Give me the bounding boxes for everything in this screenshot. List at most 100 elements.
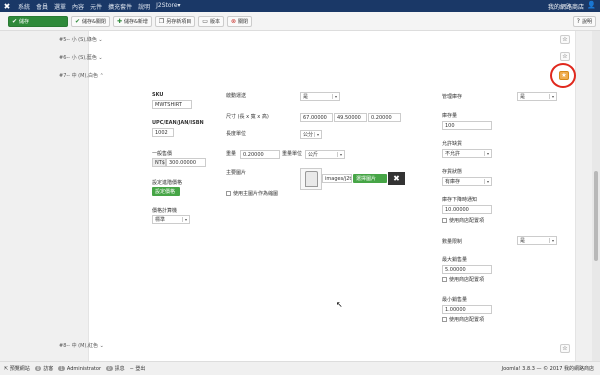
menu-menus[interactable]: 選單 — [54, 2, 66, 11]
sku-input[interactable]: MWTSHIRT — [152, 100, 192, 109]
menu-j2store[interactable]: J2Store▾ — [156, 2, 180, 11]
min-qty-input[interactable]: 1.00000 — [442, 305, 492, 314]
menu-system[interactable]: 系統 — [18, 2, 30, 11]
select-image-button[interactable]: 選擇圖片 — [353, 174, 387, 183]
chevron-up-icon: ⌃ — [99, 73, 104, 79]
external-link-icon: ⇱ — [4, 366, 9, 372]
weight-unit-select[interactable]: 公斤 ▾ — [305, 150, 345, 159]
variant-6-header[interactable]: #6-- 小 (S),藍色 ⌄ — [59, 54, 103, 61]
visitors-status: 0 訪客 — [34, 366, 54, 372]
set-price-button[interactable]: 設定價格 — [152, 187, 180, 196]
close-button[interactable]: ⊗ 關閉 — [226, 15, 253, 27]
variant-7-header[interactable]: #7-- 中 (M),白色 ⌃ — [59, 72, 104, 79]
save-button[interactable]: ✔ 儲存 — [8, 15, 68, 27]
manage-stock-label: 管理庫存 — [442, 94, 463, 100]
weight-unit-label: 重量單位 — [282, 151, 303, 157]
default-star-icon[interactable]: ☆ — [560, 52, 570, 61]
save-icon: ✔ — [12, 17, 18, 25]
manage-stock-select[interactable]: 是 ▾ — [517, 92, 557, 101]
chevron-down-icon: ▾ — [483, 151, 489, 156]
upc-label: UPC/EAN/JAN/ISBN — [152, 120, 204, 126]
save-new-button[interactable]: ✚ 儲存&新增 — [112, 15, 152, 27]
price-label: 一般售價 — [152, 151, 173, 157]
shipping-label: 啟動運送 — [226, 93, 247, 99]
chevron-down-icon: ⌄ — [98, 55, 103, 61]
height-input[interactable]: 0.20000 — [368, 113, 401, 122]
variant-panel — [88, 31, 576, 361]
footer-copyright: Joomla! 3.8.3 — © 2017 我的網路商店 — [501, 366, 594, 372]
dimensions-label: 尺寸 (長 x 寬 x 高) — [226, 114, 269, 120]
variant-8-header[interactable]: #8-- 中 (M),紅色 ⌄ — [59, 342, 104, 349]
scrollbar[interactable] — [592, 31, 600, 361]
price-calculator-select[interactable]: 標準 ▾ — [152, 215, 190, 224]
weight-input[interactable]: 0.20000 — [240, 150, 280, 159]
chevron-down-icon: ▾ — [181, 217, 187, 222]
site-link[interactable]: 我的網路商店 — [548, 2, 584, 11]
max-qty-label: 最大銷售量 — [442, 257, 468, 263]
menu-components[interactable]: 元件 — [90, 2, 102, 11]
close-icon: ⊗ — [230, 17, 236, 25]
notify-store-config-checkbox[interactable]: 使用商店配置項 — [442, 217, 484, 224]
user-icon[interactable]: 👤 — [587, 1, 596, 9]
length-input[interactable]: 67.00000 — [300, 113, 333, 122]
copy-icon: ❐ — [158, 17, 165, 25]
min-qty-store-config-checkbox[interactable]: 使用商店配置項 — [442, 316, 484, 323]
save-close-button[interactable]: ✔ 儲存&關閉 — [71, 15, 110, 27]
default-star-icon[interactable]: ☆ — [560, 344, 570, 353]
top-menu-bar: ✖ 系統 會員 選單 內容 元件 擴充套件 說明 J2Store▾ 我的網路商店… — [0, 0, 600, 12]
upc-input[interactable]: 1002 — [152, 128, 174, 137]
plus-icon: ✚ — [116, 17, 122, 25]
admin-status: 1 Administrator — [58, 365, 102, 372]
shipping-select[interactable]: 是 ▾ — [300, 92, 340, 101]
chevron-down-icon: ▾ — [548, 238, 554, 243]
price-calculator-label: 價格計算機 — [152, 208, 178, 214]
default-star-icon[interactable]: ☆ — [560, 35, 570, 44]
advanced-price-label: 設定進階價格 — [152, 180, 183, 186]
menu-users[interactable]: 會員 — [36, 2, 48, 11]
qty-limit-select[interactable]: 是 ▾ — [517, 236, 557, 245]
image-preview — [300, 168, 322, 190]
menu-content[interactable]: 內容 — [72, 2, 84, 11]
stock-status-select[interactable]: 有庫存 ▾ — [442, 177, 492, 186]
highlight-circle — [550, 63, 576, 88]
max-qty-store-config-checkbox[interactable]: 使用商店配置項 — [442, 276, 484, 283]
max-qty-input[interactable]: 5.00000 — [442, 265, 492, 274]
width-input[interactable]: 49.50000 — [334, 113, 367, 122]
view-site-link[interactable]: ⇱ 預覽網站 — [4, 365, 30, 372]
qty-limit-label: 數量限制 — [442, 239, 463, 245]
save-copy-button[interactable]: ❐ 另存新項目 — [154, 15, 196, 27]
menu-extensions[interactable]: 擴充套件 — [108, 2, 132, 11]
length-unit-select[interactable]: 公分 ▾ — [300, 130, 322, 139]
length-unit-label: 長度單位 — [226, 131, 247, 137]
question-icon: ? — [576, 17, 580, 25]
image-path-input[interactable]: images/j2t — [322, 174, 352, 183]
min-qty-label: 最小銷售量 — [442, 297, 468, 303]
backorder-label: 允許缺貨 — [442, 141, 463, 147]
stock-status-label: 存貨狀態 — [442, 169, 463, 175]
currency-addon: NT$ — [152, 158, 166, 167]
scrollbar-thumb[interactable] — [594, 171, 598, 261]
backorder-select[interactable]: 不允許 ▾ — [442, 149, 492, 158]
chevron-down-icon: ⌄ — [98, 37, 103, 43]
weight-label: 重量 — [226, 151, 237, 157]
use-main-image-checkbox[interactable]: 使用主圖片作為縮圖 — [226, 190, 278, 197]
main-image-label: 主要圖片 — [226, 170, 247, 176]
joomla-logo-icon[interactable]: ✖ — [0, 2, 14, 11]
chevron-down-icon: ▾ — [483, 179, 489, 184]
chevron-down-icon: ▾ — [313, 132, 319, 137]
version-button[interactable]: ▭ 版本 — [198, 15, 224, 27]
logout-link[interactable]: − 登出 — [130, 365, 146, 372]
main-menu: 系統 會員 選單 內容 元件 擴充套件 說明 J2Store▾ — [18, 2, 181, 11]
toolbar: ✔ 儲存 ✔ 儲存&關閉 ✚ 儲存&新增 ❐ 另存新項目 ▭ 版本 ⊗ 關閉 ? 說明 — [0, 12, 600, 31]
clear-image-button[interactable]: ✖ — [388, 172, 405, 185]
menu-help[interactable]: 說明 — [138, 2, 150, 11]
notify-input[interactable]: 10.00000 — [442, 205, 492, 214]
variant-5-header[interactable]: #5-- 小 (S),綠色 ⌄ — [59, 36, 103, 43]
archive-icon: ▭ — [202, 17, 208, 25]
messages-status[interactable]: 0 訊息 — [106, 365, 125, 372]
stock-qty-input[interactable]: 100 — [442, 121, 492, 130]
price-input[interactable]: 300.00000 — [166, 158, 206, 167]
chevron-down-icon: ▾ — [331, 94, 337, 99]
notify-label: 庫存下降時通知 — [442, 197, 478, 203]
help-button[interactable]: ? 說明 — [572, 15, 596, 27]
